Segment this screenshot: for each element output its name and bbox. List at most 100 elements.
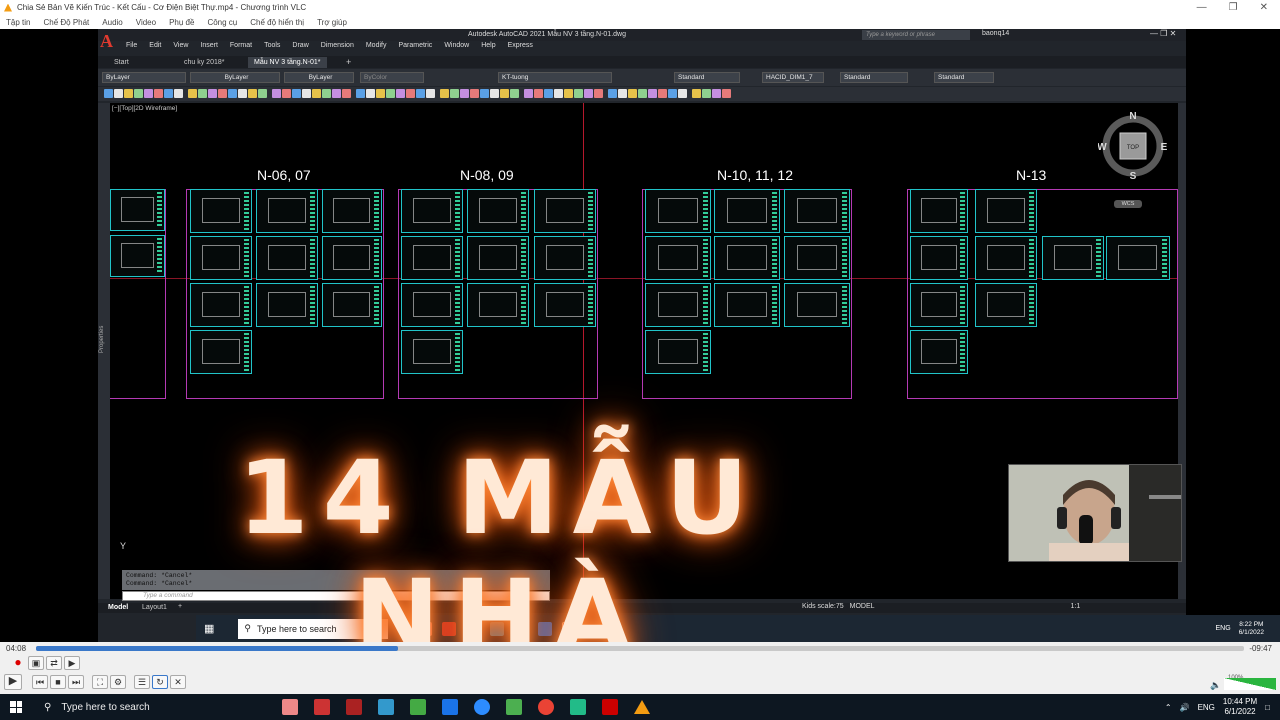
viewport-label[interactable]: [−][Top][2D Wireframe] [112, 105, 177, 112]
loop-icon[interactable]: ↻ [152, 675, 168, 689]
volume-icon[interactable]: 🔈 [1210, 680, 1221, 691]
autocad-search-input[interactable]: Type a keyword or phrase [862, 30, 970, 40]
mleader-style-select[interactable]: Standard [934, 72, 994, 83]
toolbar-tool-icon[interactable] [658, 89, 667, 98]
toolbar-tool-icon[interactable] [114, 89, 123, 98]
loop-ab-icon[interactable]: ⇄ [46, 656, 62, 670]
record-icon[interactable]: ● [10, 656, 26, 670]
vlc-taskbar-icon[interactable] [634, 700, 650, 714]
acad-menu-insert[interactable]: Insert [200, 42, 218, 53]
acad-menu-edit[interactable]: Edit [149, 42, 161, 53]
viewcube-top-label[interactable]: TOP [1127, 145, 1139, 151]
chrome-icon[interactable] [538, 699, 554, 715]
toolbar-tool-icon[interactable] [332, 89, 341, 98]
taskbar-clock[interactable]: 10:44 PM 6/1/2022 [1223, 697, 1257, 717]
toolbar-tool-icon[interactable] [450, 89, 459, 98]
acad-menu-draw[interactable]: Draw [292, 42, 308, 53]
menu-video[interactable]: Video [136, 18, 156, 27]
toolbar-tool-icon[interactable] [198, 89, 207, 98]
tray-lang[interactable]: ENG [1198, 703, 1215, 712]
windows-start-icon[interactable] [10, 701, 22, 713]
acad-menu-window[interactable]: Window [444, 42, 469, 53]
acad-menu-view[interactable]: View [173, 42, 188, 53]
text-style-select[interactable]: Standard [674, 72, 740, 83]
stop-icon[interactable]: ■ [50, 675, 66, 689]
plotstyle-select[interactable]: ByColor [360, 72, 424, 83]
toolbar-tool-icon[interactable] [208, 89, 217, 98]
toolbar-tool-icon[interactable] [618, 89, 627, 98]
toolbar-tool-icon[interactable] [594, 89, 603, 98]
remaining-time[interactable]: -09:47 [1249, 644, 1272, 653]
toolbar-tool-icon[interactable] [312, 89, 321, 98]
menu-view[interactable]: Chế độ hiển thị [250, 18, 304, 27]
acad-menu-express[interactable]: Express [508, 42, 533, 53]
acad-menu-modify[interactable]: Modify [366, 42, 387, 53]
acad-menu-tools[interactable]: Tools [264, 42, 280, 53]
toolbar-tool-icon[interactable] [426, 89, 435, 98]
toolbar-tool-icon[interactable] [366, 89, 375, 98]
toolbar-tool-icon[interactable] [722, 89, 731, 98]
acad-menu-file[interactable]: File [126, 42, 137, 53]
notification-icon[interactable]: □ [1265, 703, 1270, 712]
next-icon[interactable]: ⏭ [68, 675, 84, 689]
toolbar-tool-icon[interactable] [376, 89, 385, 98]
toolbar-tool-icon[interactable] [692, 89, 701, 98]
autocad-taskbar-icon[interactable] [602, 699, 618, 715]
toolbar-tool-icon[interactable] [490, 89, 499, 98]
taskbar-search[interactable]: ⚲ Type here to search [44, 702, 274, 713]
toolbar-tool-icon[interactable] [668, 89, 677, 98]
acad-menu-parametric[interactable]: Parametric [398, 42, 432, 53]
toolbar-tool-icon[interactable] [470, 89, 479, 98]
toolbar-tool-icon[interactable] [386, 89, 395, 98]
toolbar-tool-icon[interactable] [124, 89, 133, 98]
tab-start[interactable]: Start [108, 57, 135, 68]
volume-slider[interactable] [1224, 678, 1276, 690]
toolbar-tool-icon[interactable] [608, 89, 617, 98]
toolbar-tool-icon[interactable] [292, 89, 301, 98]
menu-subtitle[interactable]: Phụ đề [169, 18, 194, 27]
play-button[interactable]: ▶ [4, 674, 22, 690]
menu-playback[interactable]: Chế Độ Phát [43, 18, 89, 27]
toolbar-tool-icon[interactable] [534, 89, 543, 98]
toolbar-tool-icon[interactable] [228, 89, 237, 98]
toolbar-tool-icon[interactable] [702, 89, 711, 98]
toolbar-tool-icon[interactable] [174, 89, 183, 98]
toolbar-tool-icon[interactable] [416, 89, 425, 98]
toolbar-tool-icon[interactable] [638, 89, 647, 98]
toolbar-tool-icon[interactable] [188, 89, 197, 98]
toolbar-tool-icon[interactable] [544, 89, 553, 98]
app-icon[interactable] [282, 699, 298, 715]
app-icon[interactable] [378, 699, 394, 715]
toolbar-tool-icon[interactable] [342, 89, 351, 98]
previous-icon[interactable]: ⏮ [32, 675, 48, 689]
menu-tools[interactable]: Công cụ [207, 18, 237, 27]
app-icon[interactable] [474, 699, 490, 715]
app-icon[interactable] [506, 699, 522, 715]
toolbar-tool-icon[interactable] [238, 89, 247, 98]
app-icon[interactable] [346, 699, 362, 715]
toolbar-tool-icon[interactable] [218, 89, 227, 98]
video-area[interactable]: Autodesk AutoCAD 2021 Mẫu NV 3 tầng.N-01… [0, 29, 1280, 642]
autocad-user[interactable]: baonq14 [982, 30, 1009, 37]
dim-style-select[interactable]: HACID_DIM1_7 [762, 72, 824, 83]
frame-step-icon[interactable]: ▶ [64, 656, 80, 670]
seek-bar[interactable] [36, 646, 1244, 651]
toolbar-tool-icon[interactable] [678, 89, 687, 98]
lineweight-select[interactable]: ByLayer [284, 72, 354, 83]
app-icon[interactable] [410, 699, 426, 715]
playlist-icon[interactable]: ☰ [134, 675, 150, 689]
toolbar-tool-icon[interactable] [460, 89, 469, 98]
tab-mau-nv[interactable]: Mẫu NV 3 tầng.N-01* [248, 57, 327, 68]
tray-volume-icon[interactable]: 🔊 [1180, 703, 1190, 712]
toolbar-tool-icon[interactable] [584, 89, 593, 98]
viewcube-compass[interactable]: TOP N S W E [1098, 111, 1168, 181]
toolbar-tool-icon[interactable] [302, 89, 311, 98]
acad-menu-help[interactable]: Help [481, 42, 495, 53]
tray-chevron-icon[interactable]: ⌃ [1165, 703, 1172, 712]
toolbar-tool-icon[interactable] [322, 89, 331, 98]
color-select[interactable]: ByLayer [102, 72, 186, 83]
toolbar-tool-icon[interactable] [648, 89, 657, 98]
toolbar-tool-icon[interactable] [154, 89, 163, 98]
toolbar-tool-icon[interactable] [258, 89, 267, 98]
close-icon[interactable]: ✕ [1260, 2, 1268, 13]
